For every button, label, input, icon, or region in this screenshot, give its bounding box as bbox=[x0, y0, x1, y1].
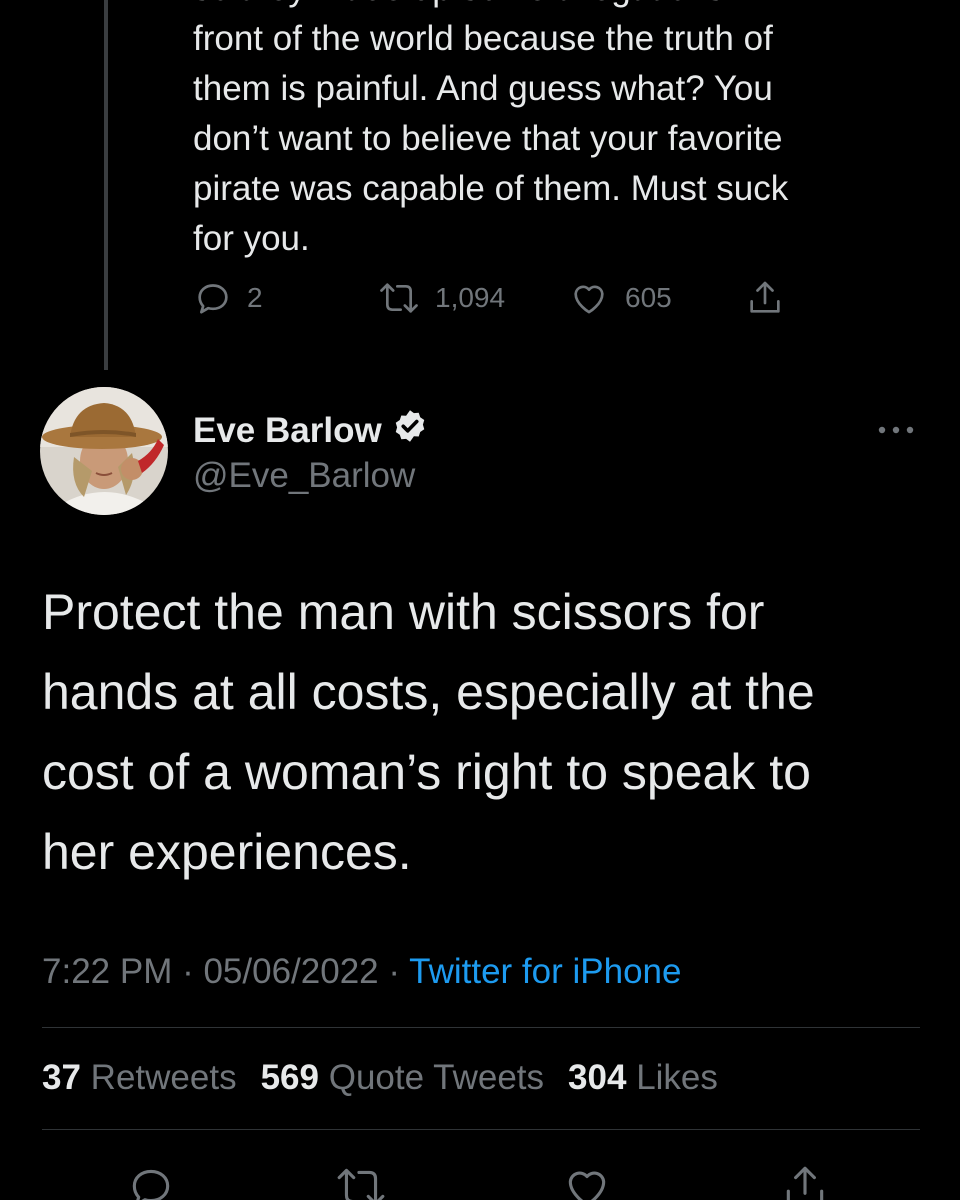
tweet-action-bar bbox=[0, 1158, 960, 1200]
verified-badge-icon bbox=[392, 408, 428, 453]
parent-tweet-text: so they made up some allegations in fron… bbox=[193, 0, 913, 264]
parent-reply-button[interactable]: 2 bbox=[193, 278, 263, 318]
reply-icon bbox=[198, 284, 228, 314]
quote-tweets-stat[interactable]: 569 Quote Tweets bbox=[261, 1058, 544, 1097]
parent-tweet-line: don’t want to believe that your favorite bbox=[193, 119, 783, 158]
author-handle[interactable]: @Eve_Barlow bbox=[193, 456, 415, 496]
retweet-icon bbox=[380, 283, 418, 313]
parent-retweet-count: 1,094 bbox=[435, 282, 506, 313]
reply-icon bbox=[132, 1169, 170, 1200]
meta-separator: · bbox=[172, 952, 204, 991]
parent-tweet-line: for you. bbox=[193, 219, 310, 258]
parent-tweet-line-cut: so they made up some allegations in bbox=[193, 0, 913, 14]
tweet-text-line: hands at all costs, especially at the bbox=[42, 664, 815, 720]
retweets-label: Retweets bbox=[90, 1058, 237, 1097]
tweet-text: Protect the man with scissors for hands … bbox=[42, 572, 922, 892]
reply-button[interactable] bbox=[126, 1162, 176, 1200]
tweet-date[interactable]: 05/06/2022 bbox=[203, 952, 378, 991]
share-icon bbox=[786, 1166, 824, 1200]
tweet-text-line: cost of a woman’s right to speak to bbox=[42, 744, 811, 800]
parent-like-count: 605 bbox=[625, 282, 672, 313]
retweets-stat[interactable]: 37 Retweets bbox=[42, 1058, 237, 1097]
retweet-button[interactable] bbox=[334, 1162, 388, 1200]
like-button[interactable] bbox=[560, 1162, 614, 1200]
heart-icon bbox=[568, 1171, 606, 1200]
meta-separator: · bbox=[378, 952, 410, 991]
parent-tweet-line: front of the world because the truth of bbox=[193, 19, 773, 58]
likes-label: Likes bbox=[636, 1058, 718, 1097]
tweet-metadata: 7:22 PM · 05/06/2022 · Twitter for iPhon… bbox=[42, 952, 681, 992]
share-button[interactable] bbox=[780, 1162, 830, 1200]
parent-share-button[interactable] bbox=[745, 278, 785, 318]
thread-connector-line bbox=[104, 0, 108, 370]
parent-tweet-actions: 2 1,094 605 bbox=[193, 278, 813, 318]
more-options-icon[interactable] bbox=[876, 420, 916, 440]
author-name[interactable]: Eve Barlow bbox=[193, 408, 428, 453]
parent-tweet-line: them is painful. And guess what? You bbox=[193, 69, 773, 108]
parent-tweet-line: pirate was capable of them. Must suck bbox=[193, 169, 789, 208]
tweet-time[interactable]: 7:22 PM bbox=[42, 952, 172, 991]
tweet-text-line: her experiences. bbox=[42, 824, 412, 880]
author-avatar[interactable] bbox=[40, 387, 168, 515]
likes-stat[interactable]: 304 Likes bbox=[568, 1058, 718, 1097]
divider bbox=[42, 1129, 920, 1130]
author-name-text: Eve Barlow bbox=[193, 410, 382, 450]
quote-tweets-count: 569 bbox=[260, 1058, 319, 1097]
parent-like-button[interactable]: 605 bbox=[567, 278, 672, 318]
likes-count: 304 bbox=[568, 1058, 627, 1097]
retweets-count: 37 bbox=[42, 1058, 81, 1097]
retweet-icon bbox=[337, 1168, 385, 1200]
avatar-image bbox=[40, 387, 168, 515]
quote-tweets-label: Quote Tweets bbox=[328, 1058, 545, 1097]
parent-reply-count: 2 bbox=[247, 282, 263, 313]
heart-icon bbox=[574, 285, 604, 314]
share-icon bbox=[750, 281, 780, 313]
tweet-stats: 37 Retweets 569 Quote Tweets 304 Likes bbox=[42, 1058, 718, 1098]
tweet-source-link[interactable]: Twitter for iPhone bbox=[409, 952, 681, 991]
parent-retweet-button[interactable]: 1,094 bbox=[377, 278, 505, 318]
divider bbox=[42, 1027, 920, 1028]
tweet-text-line: Protect the man with scissors for bbox=[42, 584, 765, 640]
